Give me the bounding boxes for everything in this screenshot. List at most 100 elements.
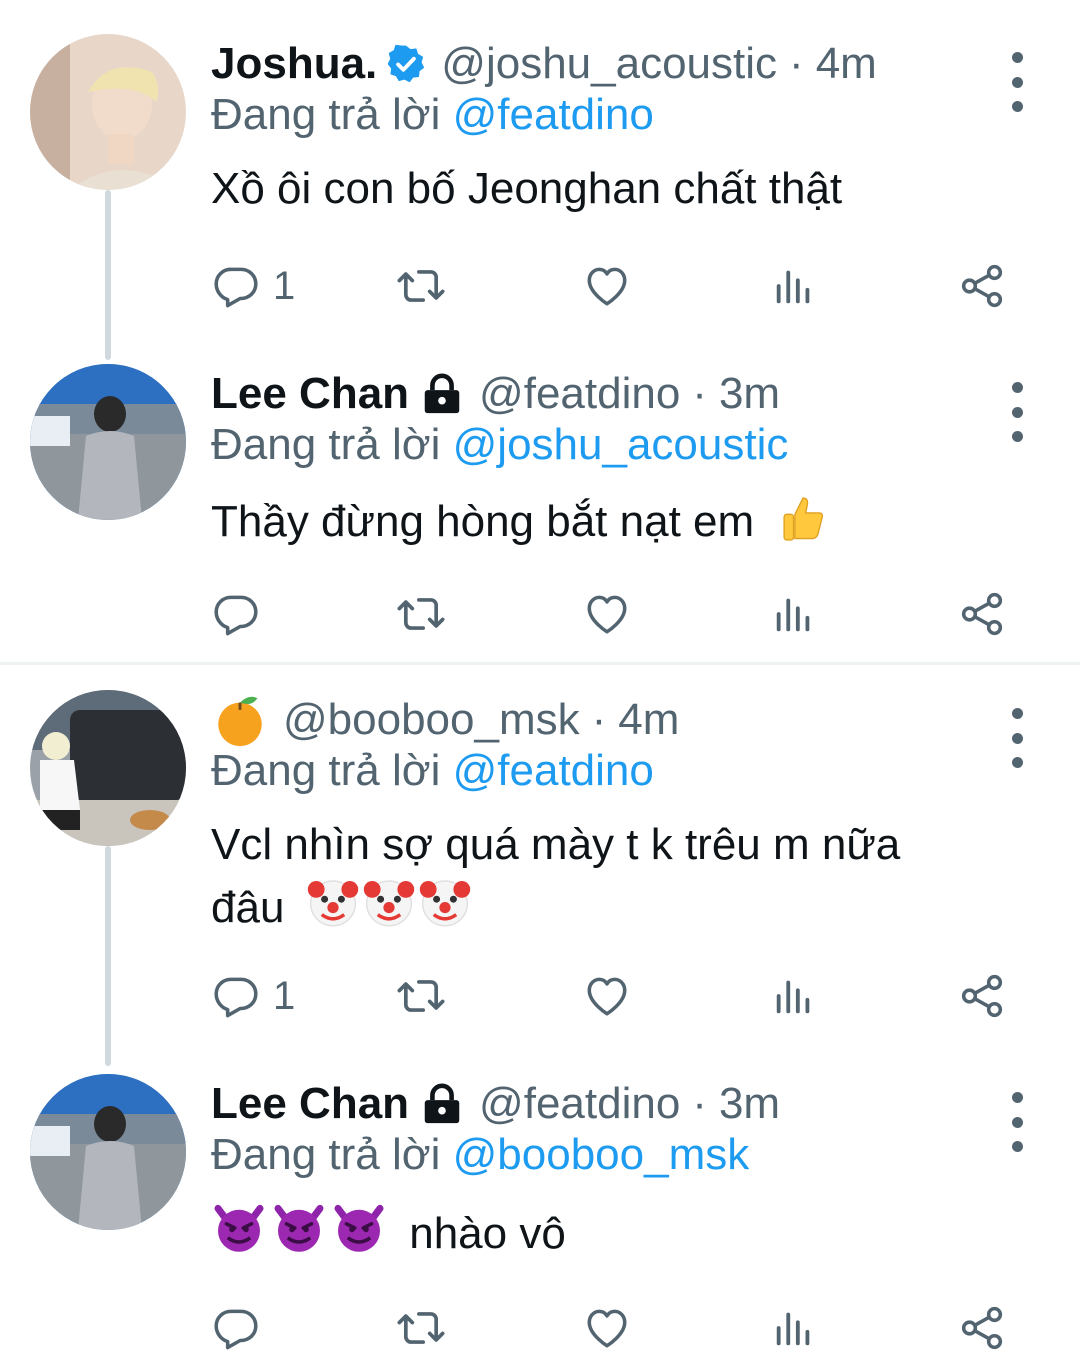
like-button[interactable] bbox=[582, 966, 632, 1026]
conversation-divider bbox=[0, 662, 1080, 665]
like-button[interactable] bbox=[582, 584, 632, 644]
more-icon[interactable] bbox=[1002, 1092, 1032, 1152]
action-bar bbox=[211, 584, 1011, 644]
reply-mention[interactable]: @joshu_acoustic bbox=[453, 420, 789, 469]
avatar[interactable] bbox=[30, 690, 186, 846]
timestamp[interactable]: 4m bbox=[816, 39, 877, 89]
tweet-text: Xồ ôi con bố Jeonghan chất thật bbox=[211, 164, 843, 213]
analytics-icon bbox=[771, 973, 817, 1019]
reply-button[interactable]: 1 bbox=[211, 966, 295, 1026]
reply-icon bbox=[211, 261, 261, 311]
separator: · bbox=[692, 1079, 707, 1128]
tweet-header: Joshua. @joshu_acoustic · 4m bbox=[211, 34, 877, 94]
tweet-text-content: nhào vô bbox=[409, 1209, 566, 1258]
display-name[interactable]: Joshua. bbox=[211, 39, 377, 89]
separator: · bbox=[692, 369, 707, 418]
share-icon bbox=[957, 589, 1007, 639]
tweet-joshua[interactable]: Joshua. @joshu_acoustic · 4m Đang trả lờ… bbox=[0, 34, 1080, 360]
more-icon[interactable] bbox=[1002, 708, 1032, 768]
reply-context: Đang trả lời @featdino bbox=[211, 746, 654, 796]
tweet-text-line-2-content: đâu bbox=[211, 883, 285, 932]
tweet-header: @booboo_msk · 4m bbox=[211, 690, 679, 750]
tweet-text-line-2: đâu bbox=[211, 874, 1011, 945]
clown-face-icon bbox=[305, 874, 361, 945]
clown-face-icon bbox=[361, 874, 417, 945]
action-bar: 1 bbox=[211, 966, 1011, 1026]
tweet-text: Thầy đừng hòng bắt nạt em bbox=[211, 490, 1011, 559]
share-button[interactable] bbox=[957, 966, 1007, 1026]
reply-icon bbox=[211, 589, 261, 639]
views-button[interactable] bbox=[771, 1298, 817, 1358]
tweet-lee-chan-1[interactable]: Lee Chan @featdino · 3m Đang trả lời @jo… bbox=[0, 364, 1080, 654]
handle[interactable]: @joshu_acoustic bbox=[441, 39, 777, 89]
separator: · bbox=[789, 39, 804, 88]
verified-badge-icon bbox=[385, 43, 427, 85]
more-icon[interactable] bbox=[1002, 382, 1032, 442]
separator: · bbox=[591, 695, 607, 744]
tweet-lee-chan-2[interactable]: Lee Chan @featdino · 3m Đang trả lời @bo… bbox=[0, 1074, 1080, 1368]
retweet-button[interactable] bbox=[395, 584, 447, 644]
smiling-imp-icon bbox=[211, 1200, 267, 1271]
retweet-icon bbox=[395, 970, 447, 1022]
tweet-text: Vcl nhìn sợ quá mày t k trêu m nữa đâu bbox=[211, 816, 1011, 945]
display-name[interactable]: Lee Chan bbox=[211, 369, 409, 419]
retweet-button[interactable] bbox=[395, 256, 447, 316]
reply-button[interactable]: 1 bbox=[211, 256, 295, 316]
thumbs-up-icon bbox=[776, 490, 830, 559]
retweet-icon bbox=[395, 588, 447, 640]
tweet-header: Lee Chan @featdino · 3m bbox=[211, 364, 780, 424]
share-button[interactable] bbox=[957, 584, 1007, 644]
retweet-button[interactable] bbox=[395, 966, 447, 1026]
reply-count: 1 bbox=[273, 973, 296, 1018]
reply-mention[interactable]: @featdino bbox=[453, 746, 654, 795]
views-button[interactable] bbox=[771, 966, 817, 1026]
timestamp[interactable]: 3m bbox=[719, 1079, 780, 1129]
avatar[interactable] bbox=[30, 1074, 186, 1230]
timestamp[interactable]: 3m bbox=[719, 369, 780, 419]
share-button[interactable] bbox=[957, 1298, 1007, 1358]
reply-icon bbox=[211, 971, 261, 1021]
share-icon bbox=[957, 971, 1007, 1021]
reply-mention[interactable]: @featdino bbox=[453, 90, 654, 139]
tangerine-icon bbox=[211, 691, 269, 749]
views-button[interactable] bbox=[771, 584, 817, 644]
reply-prefix: Đang trả lời bbox=[211, 90, 441, 139]
reply-prefix: Đang trả lời bbox=[211, 420, 441, 469]
reply-count: 1 bbox=[273, 263, 296, 308]
retweet-button[interactable] bbox=[395, 1298, 447, 1358]
thread-line bbox=[105, 190, 111, 360]
reply-button[interactable] bbox=[211, 1298, 261, 1358]
avatar[interactable] bbox=[30, 364, 186, 520]
handle[interactable]: @booboo_msk bbox=[283, 695, 580, 745]
lock-icon bbox=[419, 1081, 465, 1127]
tweet-text: nhào vô bbox=[211, 1200, 1011, 1271]
display-name[interactable]: Lee Chan bbox=[211, 1079, 409, 1129]
smiling-imp-icon bbox=[271, 1200, 327, 1271]
like-button[interactable] bbox=[582, 1298, 632, 1358]
more-icon[interactable] bbox=[1002, 52, 1032, 112]
smiling-imp-icon bbox=[331, 1200, 387, 1271]
action-bar bbox=[211, 1298, 1011, 1358]
thread-line bbox=[105, 846, 111, 1066]
heart-icon bbox=[582, 971, 632, 1021]
reply-button[interactable] bbox=[211, 584, 261, 644]
views-button[interactable] bbox=[771, 256, 817, 316]
handle[interactable]: @featdino bbox=[479, 369, 680, 419]
reply-prefix: Đang trả lời bbox=[211, 1130, 441, 1179]
reply-mention[interactable]: @booboo_msk bbox=[453, 1130, 750, 1179]
tweet-text-line-1: Vcl nhìn sợ quá mày t k trêu m nữa bbox=[211, 820, 901, 869]
handle[interactable]: @featdino bbox=[479, 1079, 680, 1129]
analytics-icon bbox=[771, 1305, 817, 1351]
avatar[interactable] bbox=[30, 34, 186, 190]
tweet-booboo[interactable]: @booboo_msk · 4m Đang trả lời @featdino … bbox=[0, 690, 1080, 1066]
share-button[interactable] bbox=[957, 256, 1007, 316]
tweet-text-content: Thầy đừng hòng bắt nạt em bbox=[211, 497, 755, 546]
action-bar: 1 bbox=[211, 256, 1011, 316]
retweet-icon bbox=[395, 260, 447, 312]
like-button[interactable] bbox=[582, 256, 632, 316]
clown-face-icon bbox=[417, 874, 473, 945]
heart-icon bbox=[582, 261, 632, 311]
analytics-icon bbox=[771, 591, 817, 637]
timestamp[interactable]: 4m bbox=[618, 695, 679, 745]
heart-icon bbox=[582, 1303, 632, 1353]
